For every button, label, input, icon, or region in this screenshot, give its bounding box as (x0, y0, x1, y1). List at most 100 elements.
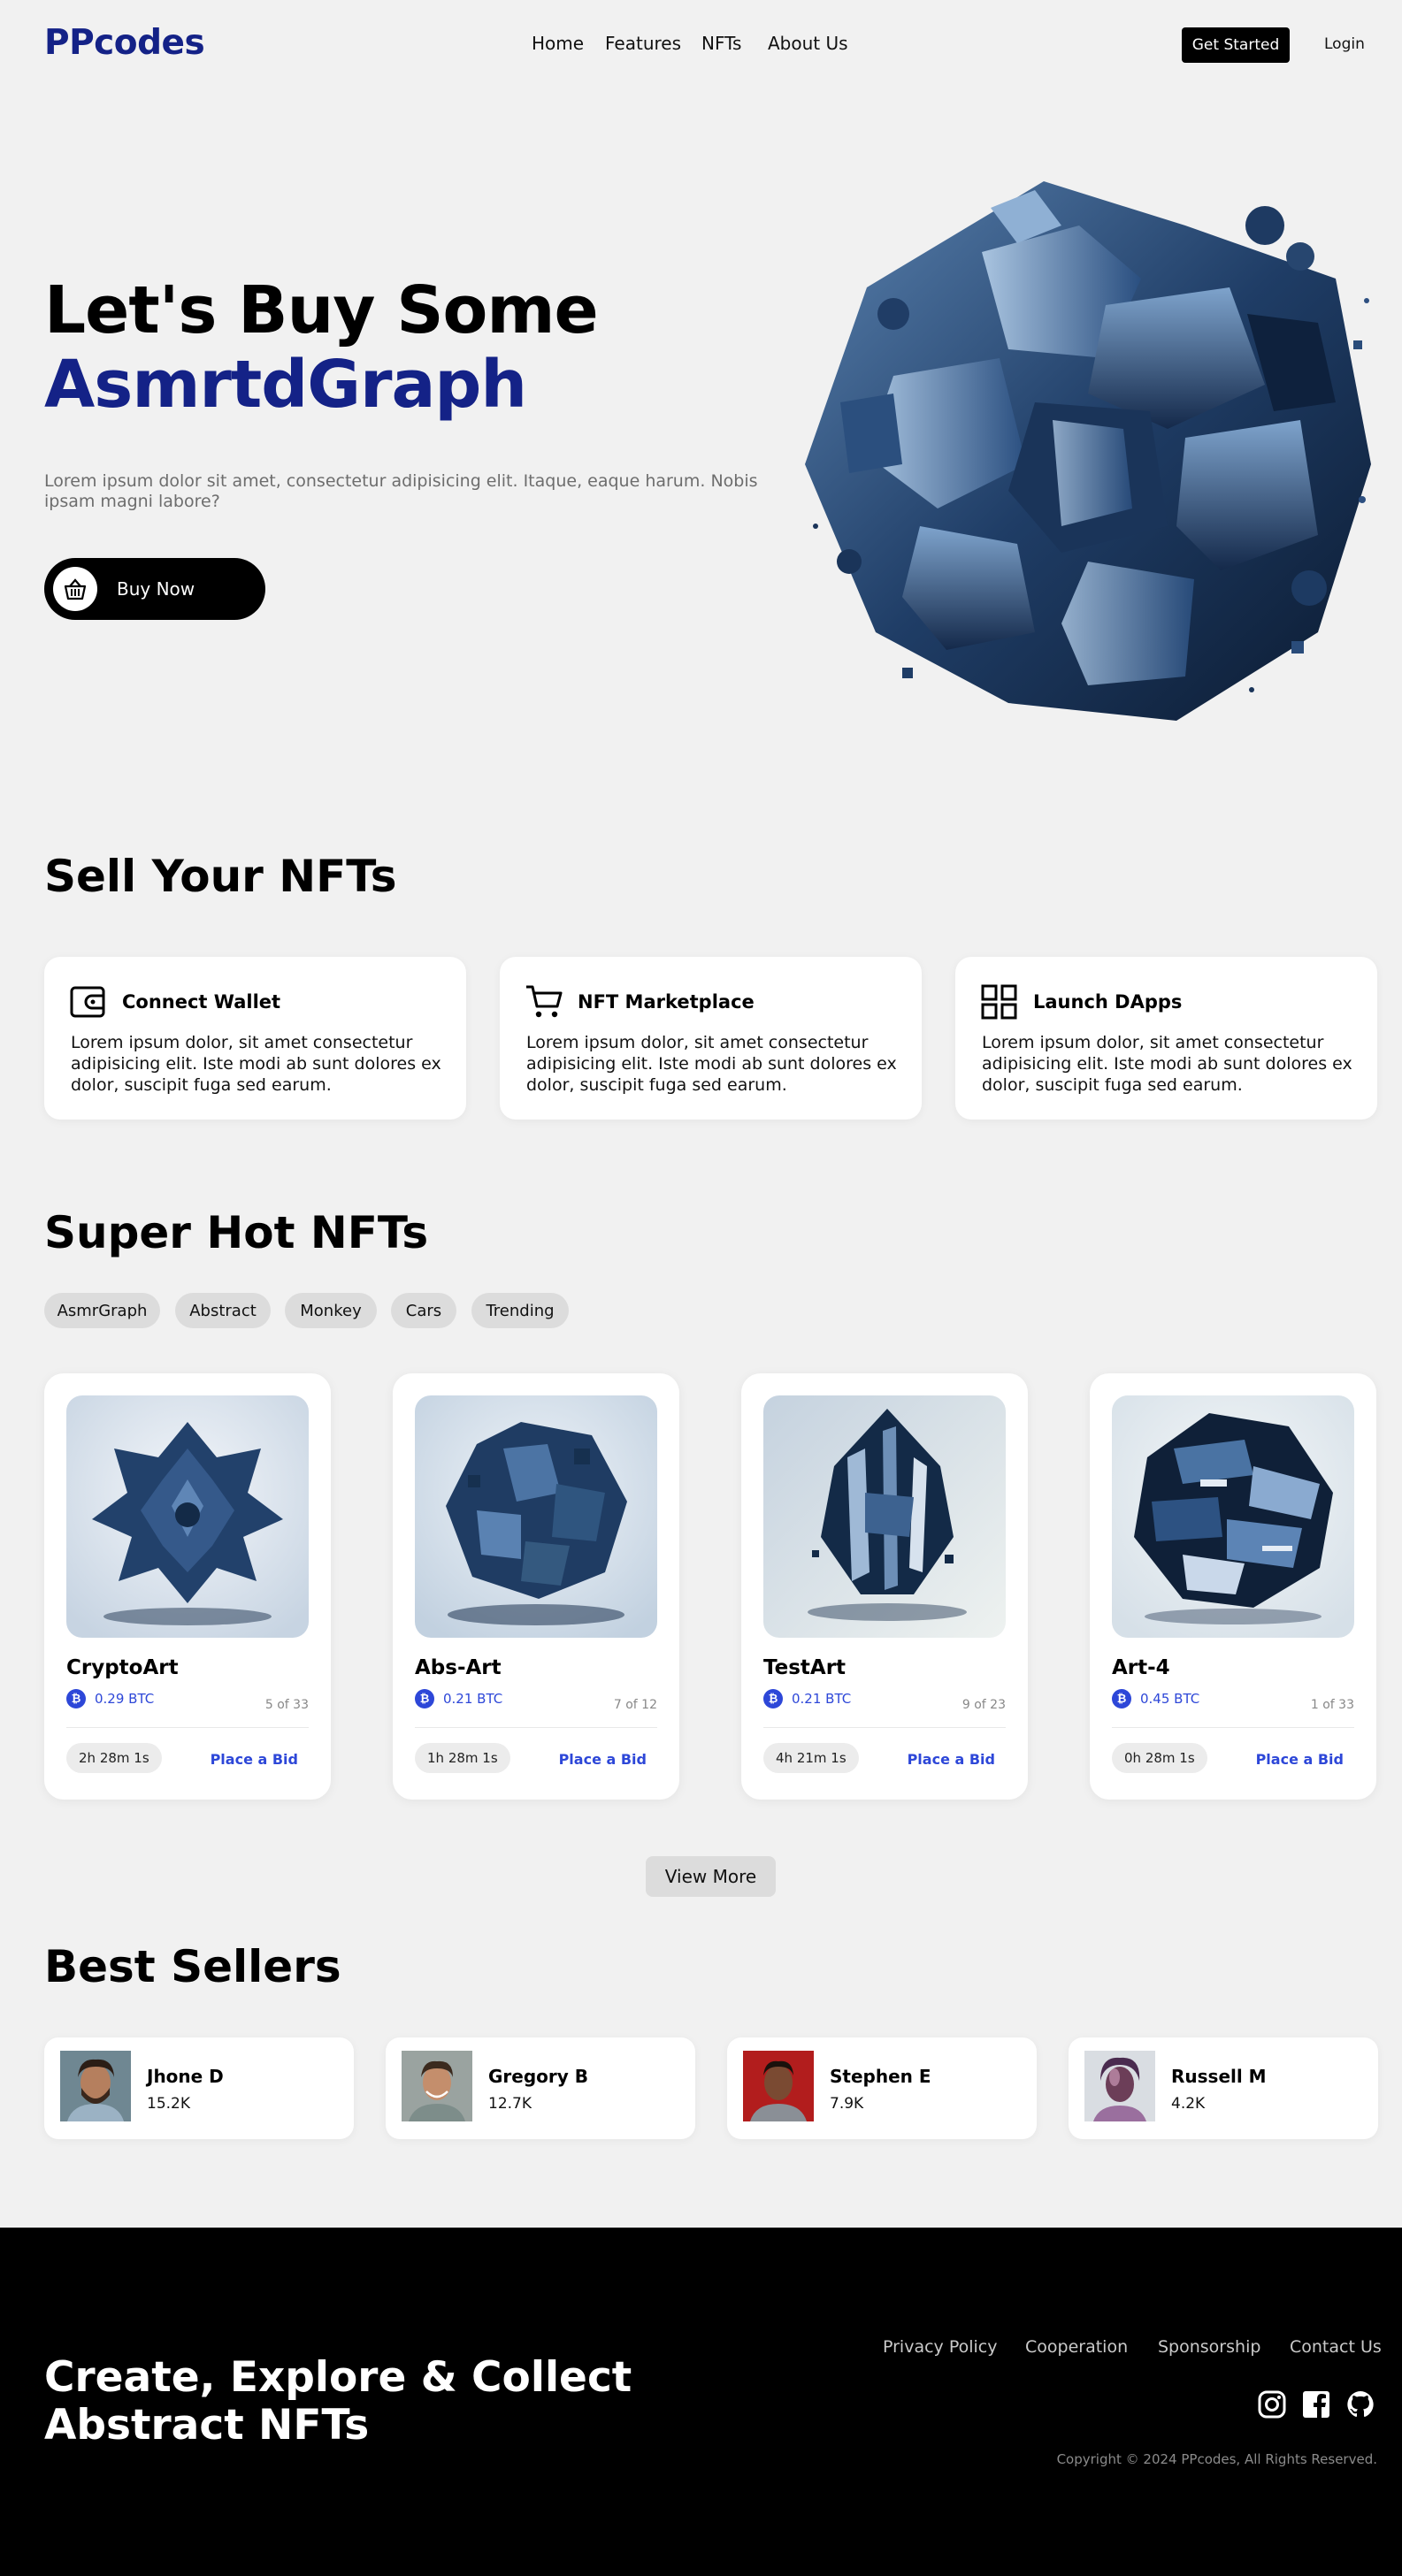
seller-name: Gregory B (488, 2066, 589, 2087)
sell-section-title: Sell Your NFTs (44, 851, 397, 902)
category-pill-monkey[interactable]: Monkey (285, 1293, 377, 1328)
feature-title: NFT Marketplace (578, 991, 755, 1013)
category-pill-trending[interactable]: Trending (471, 1293, 569, 1328)
seller-name: Stephen E (830, 2066, 931, 2087)
avatar (402, 2051, 472, 2121)
nft-name: TestArt (763, 1656, 847, 1679)
divider (763, 1727, 1006, 1728)
hero-title-line2: AsmrtdGraph (44, 347, 527, 423)
avatar (60, 2051, 131, 2121)
nft-card[interactable]: Art-4 ₿ 0.45 BTC 1 of 33 0h 28m 1s Place… (1090, 1373, 1376, 1800)
basket-icon (53, 567, 97, 611)
footer-link-sponsorship[interactable]: Sponsorship (1158, 2337, 1260, 2357)
seller-card[interactable]: Russell M 4.2K (1069, 2037, 1378, 2139)
nft-edition: 9 of 23 (961, 1698, 1006, 1712)
feature-card-nft-marketplace: NFT Marketplace Lorem ipsum dolor, sit a… (500, 957, 922, 1120)
nav-features[interactable]: Features (605, 33, 681, 54)
feature-title: Launch DApps (1033, 991, 1183, 1013)
nft-edition: 7 of 12 (613, 1698, 657, 1712)
nft-price-value: 0.21 BTC (792, 1691, 852, 1707)
feature-title: Connect Wallet (122, 991, 281, 1013)
nft-card[interactable]: Abs-Art ₿ 0.21 BTC 7 of 12 1h 28m 1s Pla… (393, 1373, 679, 1800)
nft-image (1112, 1395, 1354, 1638)
logo[interactable]: PPcodes (44, 23, 205, 63)
nft-price-value: 0.21 BTC (443, 1691, 503, 1707)
nav-nfts[interactable]: NFTs (701, 33, 741, 54)
feature-card-launch-dapps: Launch DApps Lorem ipsum dolor, sit amet… (955, 957, 1377, 1120)
feature-text: Lorem ipsum dolor, sit amet consectetur … (526, 1033, 897, 1095)
sellers-section-title: Best Sellers (44, 1941, 341, 1992)
cart-icon (526, 985, 563, 1018)
nft-price-value: 0.29 BTC (95, 1691, 155, 1707)
facebook-icon[interactable] (1301, 2389, 1331, 2419)
nft-price: ₿ 0.21 BTC (415, 1689, 502, 1708)
nav-about-us[interactable]: About Us (768, 33, 848, 54)
nft-image (415, 1395, 657, 1638)
footer-link-contact-us[interactable]: Contact Us (1290, 2337, 1382, 2357)
seller-volume: 12.7K (488, 2095, 532, 2113)
avatar (1084, 2051, 1155, 2121)
seller-name: Jhone D (147, 2066, 224, 2087)
view-more-button[interactable]: View More (646, 1856, 776, 1897)
hero-title-line1: Let's Buy Some (44, 272, 599, 348)
bitcoin-icon: ₿ (415, 1689, 434, 1708)
buy-now-label: Buy Now (117, 578, 195, 600)
divider (415, 1727, 657, 1728)
seller-name: Russell M (1171, 2066, 1267, 2087)
seller-card[interactable]: Jhone D 15.2K (44, 2037, 354, 2139)
login-link[interactable]: Login (1324, 35, 1365, 53)
bitcoin-icon: ₿ (66, 1689, 86, 1708)
place-bid-link[interactable]: Place a Bid (211, 1751, 298, 1768)
nav-home[interactable]: Home (532, 33, 584, 54)
divider (66, 1727, 309, 1728)
nft-edition: 1 of 33 (1310, 1698, 1354, 1712)
hero-abstract-art (805, 181, 1371, 721)
nft-name: Art-4 (1112, 1656, 1170, 1679)
wallet-icon (70, 986, 105, 1018)
nft-name: Abs-Art (415, 1656, 502, 1679)
nft-countdown: 2h 28m 1s (66, 1743, 162, 1773)
github-icon[interactable] (1345, 2389, 1375, 2419)
category-pill-abstract[interactable]: Abstract (175, 1293, 271, 1328)
feature-card-connect-wallet: Connect Wallet Lorem ipsum dolor, sit am… (44, 957, 466, 1120)
nft-card[interactable]: TestArt ₿ 0.21 BTC 9 of 23 4h 21m 1s Pla… (741, 1373, 1028, 1800)
seller-card[interactable]: Stephen E 7.9K (727, 2037, 1037, 2139)
place-bid-link[interactable]: Place a Bid (559, 1751, 647, 1768)
feature-text: Lorem ipsum dolor, sit amet consectetur … (71, 1033, 441, 1095)
hero-description: Lorem ipsum dolor sit amet, consectetur … (44, 471, 758, 511)
seller-volume: 15.2K (147, 2095, 190, 2113)
seller-card[interactable]: Gregory B 12.7K (386, 2037, 695, 2139)
nft-price-value: 0.45 BTC (1140, 1691, 1200, 1707)
nft-edition: 5 of 33 (264, 1698, 309, 1712)
nft-countdown: 4h 21m 1s (763, 1743, 859, 1773)
footer-link-cooperation[interactable]: Cooperation (1025, 2337, 1128, 2357)
feature-text: Lorem ipsum dolor, sit amet consectetur … (982, 1033, 1352, 1095)
nft-countdown: 1h 28m 1s (415, 1743, 510, 1773)
seller-volume: 4.2K (1171, 2095, 1206, 2113)
grid-icon (981, 984, 1017, 1020)
get-started-button[interactable]: Get Started (1182, 27, 1290, 63)
seller-volume: 7.9K (830, 2095, 864, 2113)
category-pill-asmrgraph[interactable]: AsmrGraph (44, 1293, 160, 1328)
place-bid-link[interactable]: Place a Bid (908, 1751, 995, 1768)
nft-price: ₿ 0.29 BTC (66, 1689, 154, 1708)
category-pill-cars[interactable]: Cars (391, 1293, 456, 1328)
footer-link-privacy-policy[interactable]: Privacy Policy (883, 2337, 997, 2357)
copyright-text: Copyright © 2024 PPcodes, All Rights Res… (1056, 2451, 1377, 2467)
footer: Create, Explore & Collect Abstract NFTs … (0, 2228, 1402, 2576)
hot-section-title: Super Hot NFTs (44, 1207, 429, 1258)
instagram-icon[interactable] (1257, 2389, 1287, 2419)
footer-tagline-line1: Create, Explore & Collect (44, 2353, 632, 2402)
footer-tagline: Create, Explore & Collect Abstract NFTs (44, 2354, 632, 2450)
nft-image (763, 1395, 1006, 1638)
nft-price: ₿ 0.45 BTC (1112, 1689, 1199, 1708)
buy-now-button[interactable]: Buy Now (44, 558, 265, 620)
bitcoin-icon: ₿ (763, 1689, 783, 1708)
place-bid-link[interactable]: Place a Bid (1256, 1751, 1344, 1768)
avatar (743, 2051, 814, 2121)
bitcoin-icon: ₿ (1112, 1689, 1131, 1708)
nft-countdown: 0h 28m 1s (1112, 1743, 1207, 1773)
nft-price: ₿ 0.21 BTC (763, 1689, 851, 1708)
divider (1112, 1727, 1354, 1728)
nft-card[interactable]: CryptoArt ₿ 0.29 BTC 5 of 33 2h 28m 1s P… (44, 1373, 331, 1800)
